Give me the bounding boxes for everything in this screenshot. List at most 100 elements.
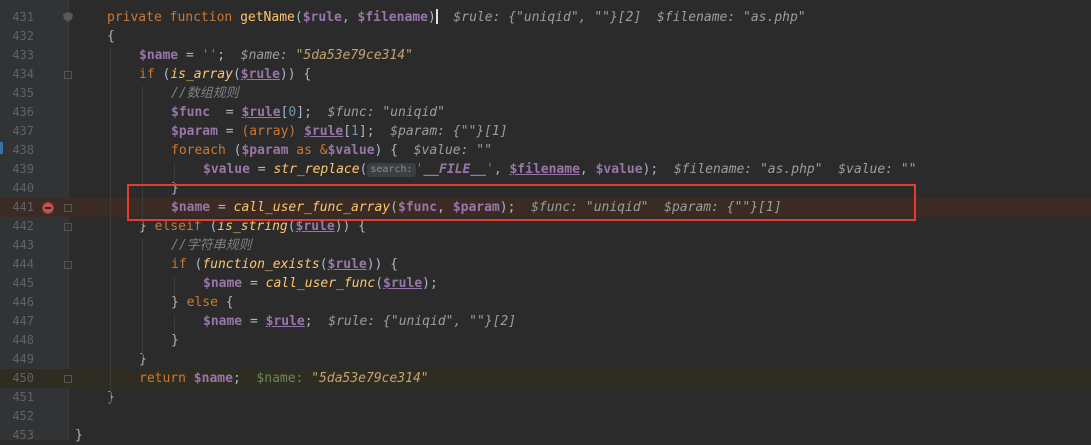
code-text: $func = $rule[0]; $func: "uniqid" [171,103,1091,122]
fold-marker-icon[interactable] [64,204,72,212]
code-token: $rule [383,276,423,291]
code-token: $rule [240,67,280,82]
inline-debug-value: $rule: {"uniqid", ""}[2] [328,314,517,329]
code-token: $filename [509,162,580,177]
indent-guide [142,238,143,358]
code-text: } [107,388,1091,407]
code-token: ) [427,10,436,25]
line-number: 442 [12,219,34,233]
code-token: $value [595,162,643,177]
code-editor[interactable]: 431 private function getName($rule, $file… [0,0,1091,443]
breakpoint-icon[interactable] [42,202,54,214]
code-text: foreach ($param as &$value) { $value: "" [171,141,1091,160]
code-token: $filename [357,10,428,25]
code-token: = [217,124,242,139]
code-token: } [171,333,179,348]
code-line[interactable]: 451} [0,388,1091,407]
line-number: 451 [12,390,34,404]
code-token: = [242,314,266,329]
code-token: 1 [351,124,359,139]
code-text: { [107,27,1091,46]
code-token: else [186,295,226,310]
line-number: 445 [12,276,34,290]
code-line[interactable]: 435 //数组规则 [0,84,1091,103]
line-number: 435 [12,86,34,100]
code-token: ( [375,276,384,291]
inline-debug-value: $rule: {"uniqid", ""}[2] $filename: "as.… [437,10,806,25]
line-number: 432 [12,29,34,43]
code-token: )) { [334,219,367,234]
code-token: is_string [217,219,288,234]
code-line[interactable]: 433 $name = ''; $name: "5da53e79ce314" [0,46,1091,65]
code-token: } [75,428,83,443]
code-line[interactable]: 450 return $name; $name: "5da53e79ce314" [0,369,1091,388]
code-line[interactable]: 444 if (function_exists($rule)) { [0,255,1091,274]
code-line[interactable]: 448} [0,331,1091,350]
line-number: 444 [12,257,34,271]
code-token: call_user_func [265,276,376,291]
fold-marker-icon[interactable] [64,223,72,231]
code-line[interactable]: 439 $value = str_replace(search: '__FILE__… [0,160,1091,179]
line-number: 438 [12,143,34,157]
code-token: __FILE__ [423,162,486,177]
code-line[interactable]: 432 { [0,27,1091,46]
code-line[interactable]: 431 private function getName($rule, $file… [0,8,1091,27]
code-token: getName [240,10,295,25]
code-token: , [493,162,510,177]
code-token: = [210,105,242,120]
code-text: $value = str_replace(search: '__FILE__', … [203,160,1091,179]
code-token: ); [422,276,438,291]
inline-debug-value: "5da53e79ce314" [295,48,413,63]
code-token: ( [359,162,368,177]
code-token: $rule [304,124,344,139]
line-number: 452 [12,409,34,423]
code-line[interactable]: 452 [0,407,1091,426]
code-line[interactable]: 443 //字符串规则 [0,236,1091,255]
code-text: if (is_array($rule)) { [139,65,1091,84]
code-token: ( [319,257,328,272]
code-token: , [341,10,358,25]
code-text: } [139,350,1091,369]
line-number: 441 [12,200,34,214]
code-token: = [242,276,266,291]
code-token: ' [485,162,494,177]
inline-debug-value: "5da53e79ce314" [311,371,429,386]
code-token: = [178,48,202,63]
fold-marker-icon[interactable] [64,375,72,383]
code-text: return $name; $name: "5da53e79ce314" [139,369,1091,388]
line-number: 433 [12,48,34,62]
line-number: 436 [12,105,34,119]
code-token: ( [294,10,303,25]
fold-marker-icon[interactable] [64,261,72,269]
code-line[interactable]: 436 $func = $rule[0]; $func: "uniqid" [0,103,1091,122]
line-number: 446 [12,295,34,309]
code-text: $name = $rule; $rule: {"uniqid", ""}[2] [203,312,1091,331]
code-line[interactable]: 438 foreach ($param as &$value) { $value:… [0,141,1091,160]
line-number: 443 [12,238,34,252]
code-line[interactable]: 446} else { [0,293,1091,312]
code-line[interactable]: 447 $name = $rule; $rule: {"uniqid", ""}[… [0,312,1091,331]
code-line[interactable]: 449} [0,350,1091,369]
fold-marker-icon[interactable] [64,71,72,79]
code-token: function [169,10,241,25]
inline-debug-value: $name: [240,48,296,63]
indent-guide [174,314,175,334]
code-line[interactable]: 445 $name = call_user_func($rule); [0,274,1091,293]
code-token: $rule [241,105,281,120]
code-token: ]; [296,105,328,120]
inline-debug-value: $func: "uniqid" [327,105,445,120]
code-line[interactable]: 434 if (is_array($rule)) { [0,65,1091,84]
code-text: } [75,426,1091,445]
code-token: ; [217,48,241,63]
code-token: is_array [170,67,233,82]
code-line[interactable]: 437 $param = (array) $rule[1]; $param: {"… [0,122,1091,141]
code-token: $rule [295,219,335,234]
indent-guide [110,48,111,406]
code-line[interactable]: 453} [0,426,1091,445]
parameter-hint: search: [367,163,416,177]
code-text: private function getName($rule, $filenam… [107,8,1091,27]
code-token: if [171,257,195,272]
code-token: $name [203,314,243,329]
code-text: $name = ''; $name: "5da53e79ce314" [139,46,1091,65]
code-token: ) { [374,143,414,158]
